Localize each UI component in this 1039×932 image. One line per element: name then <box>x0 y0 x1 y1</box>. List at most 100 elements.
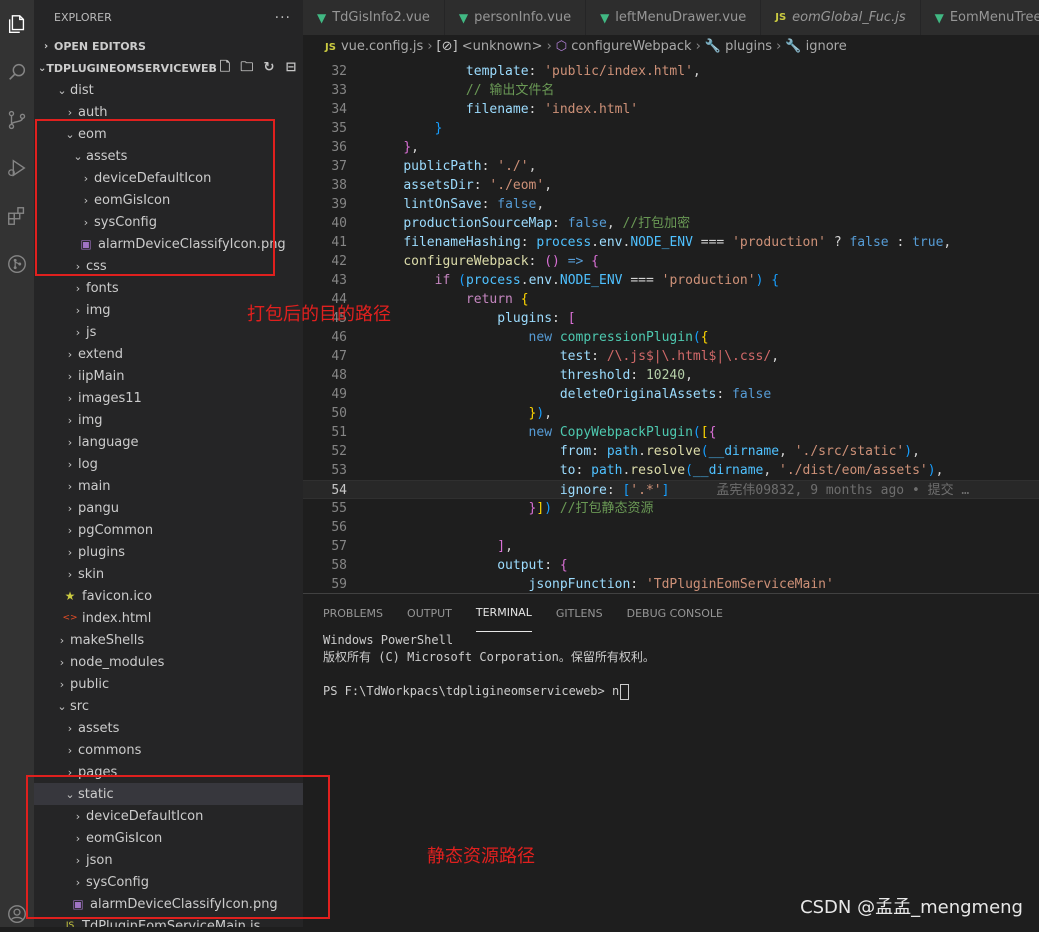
line-number: 51 <box>331 425 347 440</box>
tree-item-index-html[interactable]: <> index.html <box>34 607 303 629</box>
search-icon[interactable] <box>0 54 34 90</box>
code-line[interactable]: 37 publicPath: './', <box>303 157 1039 176</box>
tree-item-commons[interactable]: › commons <box>34 739 303 761</box>
code-line[interactable]: 48 threshold: 10240, <box>303 366 1039 385</box>
tree-item-label: img <box>86 302 111 318</box>
editor-tab[interactable]: JS eomGlobal_Fuc.js <box>761 0 921 35</box>
tree-item-label: pangu <box>78 500 119 516</box>
tree-item-label: pgCommon <box>78 522 154 538</box>
editor-tab[interactable]: ▼ TdGisInfo2.vue <box>303 0 445 35</box>
source-control-icon[interactable] <box>0 102 34 138</box>
project-section[interactable]: ⌄ TDPLUGINEOMSERVICEWEB 🗋 🗀 ↻ ⊟ <box>34 57 303 79</box>
gitlens-icon[interactable] <box>0 246 34 282</box>
code-line[interactable]: 41 filenameHashing: process.env.NODE_ENV… <box>303 233 1039 252</box>
code-editor[interactable]: 32 template: 'public/index.html', 33 // 输… <box>303 57 1039 593</box>
tree-item-plugins[interactable]: › plugins <box>34 541 303 563</box>
tree-item-makeshells[interactable]: › makeShells <box>34 629 303 651</box>
code-line[interactable]: 51 new CopyWebpackPlugin([{ <box>303 423 1039 442</box>
code-line[interactable]: 33 // 输出文件名 <box>303 81 1039 100</box>
code-line[interactable]: 43 if (process.env.NODE_ENV === 'product… <box>303 271 1039 290</box>
bottom-panel: PROBLEMS OUTPUT TERMINAL GITLENS DEBUG CONSO… <box>303 593 1039 927</box>
code-line[interactable]: 42 configureWebpack: () => { <box>303 252 1039 271</box>
tree-item-iipmain[interactable]: › iipMain <box>34 365 303 387</box>
tree-item-images11[interactable]: › images11 <box>34 387 303 409</box>
code-line[interactable]: 57 ], <box>303 537 1039 556</box>
more-actions-icon[interactable]: ··· <box>275 10 291 26</box>
panel-tab-terminal[interactable]: TERMINAL <box>475 594 532 632</box>
tree-item-node-modules[interactable]: › node_modules <box>34 651 303 673</box>
code-line[interactable]: 38 assetsDir: './eom', <box>303 176 1039 195</box>
refresh-icon[interactable]: ↻ <box>261 60 277 76</box>
tree-item-skin[interactable]: › skin <box>34 563 303 585</box>
new-folder-icon[interactable]: 🗀 <box>239 60 255 76</box>
open-editors-section[interactable]: › OPEN EDITORS <box>34 35 303 57</box>
tree-item-fonts[interactable]: › fonts <box>34 277 303 299</box>
tree-item-main[interactable]: › main <box>34 475 303 497</box>
tree-item-label: dist <box>70 82 94 98</box>
editor-tab[interactable]: ▼ personInfo.vue <box>444 0 587 35</box>
code-line[interactable]: 50 }), <box>303 404 1039 423</box>
panel-tab-output[interactable]: OUTPUT <box>407 594 452 632</box>
tree-item-extend[interactable]: › extend <box>34 343 303 365</box>
chevron-right-icon: › <box>67 413 73 427</box>
breadcrumb-file[interactable]: JS vue.config.js <box>325 39 423 54</box>
open-editors-label: OPEN EDITORS <box>54 39 146 53</box>
code-line[interactable]: 32 template: 'public/index.html', <box>303 62 1039 81</box>
tree-item-pgcommon[interactable]: › pgCommon <box>34 519 303 541</box>
explorer-header: EXPLORER ··· <box>34 0 303 35</box>
tree-item-label: auth <box>78 104 108 120</box>
tree-item-dist[interactable]: ⌄ dist <box>34 79 303 101</box>
chevron-right-icon: › <box>67 501 73 515</box>
code-line[interactable]: 39 lintOnSave: false, <box>303 195 1039 214</box>
code-line[interactable]: 55 }]) //打包静态资源 <box>303 499 1039 518</box>
breadcrumb-plugins[interactable]: 🔧 plugins <box>705 39 772 54</box>
chevron-right-icon: › <box>67 391 73 405</box>
tree-item-language[interactable]: › language <box>34 431 303 453</box>
code-line[interactable]: 45 plugins: [ <box>303 309 1039 328</box>
tab-label: TdGisInfo2.vue <box>332 10 430 25</box>
code-text: plugins: [ <box>497 311 576 326</box>
line-number: 48 <box>331 368 347 383</box>
code-line[interactable]: 52 from: path.resolve(__dirname, './src/… <box>303 442 1039 461</box>
run-debug-icon[interactable] <box>0 150 34 186</box>
breadcrumb-configure[interactable]: ⬡ configureWebpack <box>556 39 692 54</box>
code-line[interactable]: 35 } <box>303 119 1039 138</box>
line-number: 42 <box>331 254 347 269</box>
chevron-right-icon: › <box>75 325 81 339</box>
tree-item-pangu[interactable]: › pangu <box>34 497 303 519</box>
explorer-icon[interactable] <box>0 6 34 42</box>
code-line[interactable]: 58 output: { <box>303 556 1039 575</box>
code-line[interactable]: 49 deleteOriginalAssets: false <box>303 385 1039 404</box>
code-line[interactable]: 46 new compressionPlugin({ <box>303 328 1039 347</box>
chevron-right-icon: › <box>67 523 73 537</box>
tree-item-img[interactable]: › img <box>34 409 303 431</box>
chevron-down-icon: ⌄ <box>57 83 67 97</box>
code-line[interactable]: 36 }, <box>303 138 1039 157</box>
tree-item-favicon-ico[interactable]: ★ favicon.ico <box>34 585 303 607</box>
editor-tab[interactable]: ▼ leftMenuDrawer.vue <box>586 0 762 35</box>
extensions-icon[interactable] <box>0 198 34 234</box>
panel-tab-problems[interactable]: PROBLEMS <box>323 594 383 632</box>
code-line[interactable]: 40 productionSourceMap: false, //打包加密 <box>303 214 1039 233</box>
code-line[interactable]: 47 test: /\.js$|\.html$|\.css/, <box>303 347 1039 366</box>
panel-tab-debug-console[interactable]: DEBUG CONSOLE <box>627 594 723 632</box>
tree-item-src[interactable]: ⌄ src <box>34 695 303 717</box>
chevron-right-icon: › <box>67 545 73 559</box>
code-line[interactable]: 44 return { <box>303 290 1039 309</box>
tree-item-public[interactable]: › public <box>34 673 303 695</box>
editor-tab[interactable]: ▼ EomMenuTree <box>920 0 1039 35</box>
code-line[interactable]: 34 filename: 'index.html' <box>303 100 1039 119</box>
code-line[interactable]: 56 <box>303 518 1039 537</box>
collapse-all-icon[interactable]: ⊟ <box>283 60 299 76</box>
tree-item-log[interactable]: › log <box>34 453 303 475</box>
new-file-icon[interactable]: 🗋 <box>217 60 233 76</box>
breadcrumb-unknown[interactable]: [⊘] <unknown> <box>437 39 543 54</box>
terminal[interactable]: Windows PowerShell 版权所有 (C) Microsoft Co… <box>303 632 1039 700</box>
code-line[interactable]: 53 to: path.resolve(__dirname, './dist/e… <box>303 461 1039 480</box>
code-line[interactable]: 54 ignore: ['.*'] 孟宪伟09832, 9 months ago… <box>303 480 1039 499</box>
annotation-label-dist: 打包后的目的路径 <box>247 304 391 325</box>
breadcrumb-ignore[interactable]: 🔧 ignore <box>785 39 846 54</box>
panel-tab-gitlens[interactable]: GITLENS <box>556 594 603 632</box>
code-line[interactable]: 59 jsonpFunction: 'TdPluginEomServiceMai… <box>303 575 1039 593</box>
tree-item-assets[interactable]: › assets <box>34 717 303 739</box>
